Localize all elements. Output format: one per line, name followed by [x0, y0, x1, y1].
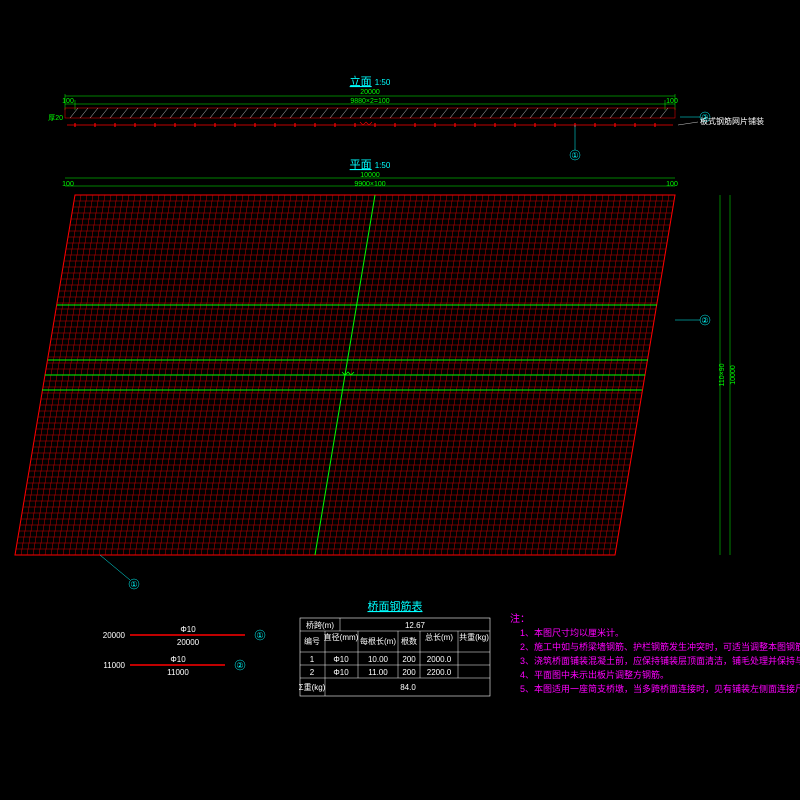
svg-text:根数: 根数 [401, 636, 417, 646]
svg-text:直径(mm): 直径(mm) [324, 632, 359, 642]
notes: 注： 1、本图尺寸均以厘米计。 2、施工中如与桥梁墙钢筋、护栏钢筋发生冲突时，可… [510, 612, 800, 694]
svg-text:Φ10: Φ10 [170, 655, 186, 664]
svg-text:注：: 注： [510, 612, 530, 625]
svg-text:20000: 20000 [177, 638, 200, 647]
elevation-dims: 20000 9880×2=100 100 100 [62, 89, 678, 110]
svg-text:Φ10: Φ10 [180, 625, 196, 634]
svg-text:20000: 20000 [103, 631, 126, 640]
svg-text:桥跨(m): 桥跨(m) [306, 620, 334, 630]
svg-text:11000: 11000 [103, 661, 125, 670]
svg-text:200: 200 [402, 655, 416, 664]
svg-text:11.00: 11.00 [368, 668, 388, 677]
svg-text:Φ10: Φ10 [333, 668, 349, 677]
svg-text:5、本图适用一座简支桥墩，当多跨桥面连接时，见有铺装左侧面连: 5、本图适用一座简支桥墩，当多跨桥面连接时，见有铺装左侧面连接尺不断开。 [520, 683, 800, 694]
svg-text:2: 2 [310, 668, 315, 677]
elevation-section: 厚20 ② ① 板式钢筋网片铺装 [48, 108, 764, 160]
svg-text:84.0: 84.0 [400, 683, 416, 692]
svg-text:桥面钢筋表: 桥面钢筋表 [368, 599, 423, 613]
legend-bars: Φ10 20000 ① Φ10 11000 ② 20000 11000 [103, 625, 265, 677]
svg-text:100: 100 [62, 98, 74, 105]
svg-text:20000: 20000 [360, 89, 380, 96]
svg-text:①: ① [571, 151, 578, 160]
svg-text:Σ重(kg): Σ重(kg) [299, 682, 326, 692]
svg-text:9900×100: 9900×100 [354, 181, 385, 188]
svg-text:①: ① [256, 631, 263, 640]
svg-text:12.67: 12.67 [405, 621, 426, 630]
svg-text:1、本图尺寸均以厘米计。: 1、本图尺寸均以厘米计。 [520, 627, 624, 638]
svg-text:每根长(m): 每根长(m) [360, 636, 396, 646]
svg-text:10.00: 10.00 [368, 655, 389, 664]
svg-text:1: 1 [310, 655, 315, 664]
svg-text:100: 100 [666, 98, 678, 105]
plan-grid: ① ② [15, 195, 710, 589]
svg-text:②: ② [236, 661, 243, 670]
svg-text:200: 200 [402, 668, 416, 677]
svg-text:厚20: 厚20 [48, 114, 63, 122]
svg-text:①: ① [130, 580, 137, 589]
svg-text:100: 100 [62, 181, 74, 188]
svg-text:2、施工中如与桥梁墙钢筋、护栏钢筋发生冲突时，可适当调整本图: 2、施工中如与桥梁墙钢筋、护栏钢筋发生冲突时，可适当调整本图钢筋。 [520, 641, 800, 652]
svg-text:2000.0: 2000.0 [427, 655, 452, 664]
rebar-table: 桥面钢筋表 桥跨(m) 12.67 编号 直径(mm) 每根长(m) 根数 总长… [299, 599, 490, 696]
svg-text:100: 100 [666, 181, 678, 188]
plan-dims: 10000 9900×100 100 100 110×90 10000 [62, 172, 737, 555]
svg-text:板式钢筋网片铺装: 板式钢筋网片铺装 [700, 116, 764, 126]
svg-text:9880×2=100: 9880×2=100 [350, 98, 389, 105]
elevation-title: 立面 1:50 [350, 74, 391, 88]
svg-text:共重(kg): 共重(kg) [459, 632, 489, 642]
svg-text:编号: 编号 [304, 636, 320, 646]
plan-title: 平面 1:50 [350, 159, 391, 171]
svg-text:2200.0: 2200.0 [427, 668, 452, 677]
svg-text:110×90: 110×90 [719, 363, 726, 386]
svg-text:10000: 10000 [730, 365, 737, 385]
svg-text:总长(m): 总长(m) [425, 632, 453, 642]
svg-text:②: ② [701, 316, 708, 325]
svg-text:Φ10: Φ10 [333, 655, 349, 664]
svg-text:3、浇筑桥面铺装混凝土前，应保持铺装层顶面清洁，铺毛处理并保: 3、浇筑桥面铺装混凝土前，应保持铺装层顶面清洁，铺毛处理并保持与混凝土的粘合。 [520, 655, 800, 666]
svg-text:10000: 10000 [360, 172, 380, 179]
svg-text:4、平面图中未示出板片调整方钢筋。: 4、平面图中未示出板片调整方钢筋。 [520, 669, 669, 680]
svg-text:11000: 11000 [167, 668, 189, 677]
